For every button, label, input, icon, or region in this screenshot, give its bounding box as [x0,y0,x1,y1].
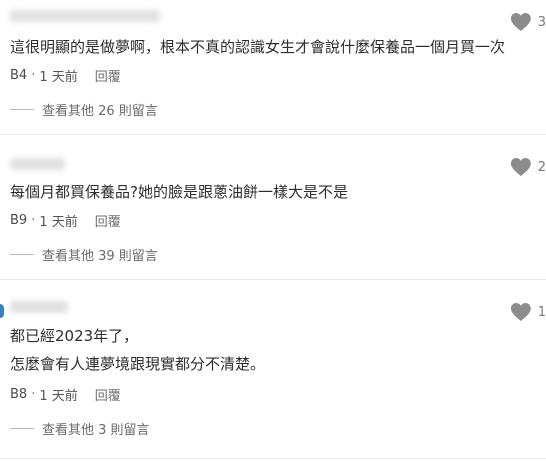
reply-indent-line [10,428,34,429]
heart-icon [510,12,531,32]
heart-icon [510,302,531,322]
heart-icon [510,157,531,177]
author-name[interactable] [10,8,160,22]
comment-meta: B9 · 1 天前 回覆 [10,211,121,230]
avatar[interactable] [0,304,4,318]
comment-line: 怎麼會有人連夢境跟現實都分不清楚。 [10,355,266,373]
view-more-replies[interactable]: 查看其他 3 則留言 [10,419,150,438]
floor-number[interactable]: B4 [10,68,27,83]
view-replies-label: 查看其他 39 則留言 [42,249,158,264]
timestamp: 1 天前 [39,70,78,85]
like-count: 2 [537,159,546,175]
comment-3: 1 都已經2023年了， 怎麼會有人連夢境跟現實都分不清楚。 B8 · 1 天前… [0,280,546,458]
view-replies-label: 查看其他 26 則留言 [42,104,158,119]
timestamp: 1 天前 [39,215,78,230]
reply-button[interactable]: 回覆 [95,385,121,404]
view-more-replies[interactable]: 查看其他 26 則留言 [10,100,158,119]
comment-2: 2 每個月都買保養品?她的臉是跟蔥油餅一樣大是不是 B9 · 1 天前 回覆 查… [0,135,546,279]
reply-button[interactable]: 回覆 [95,66,121,85]
comment-line: 每個月都買保養品?她的臉是跟蔥油餅一樣大是不是 [10,183,348,201]
comment-line: 都已經2023年了， [10,327,139,345]
meta-separator: · [31,68,36,83]
comment-text: 這很明顯的是做夢啊，根本不真的認識女生才會說什麼保養品一個月買一次 [10,37,538,57]
author-name[interactable] [10,299,68,313]
reply-button[interactable]: 回覆 [95,211,121,230]
like-button[interactable]: 1 [510,302,546,322]
like-count: 1 [537,304,546,320]
comment-meta: B4 · 1 天前 回覆 [10,66,121,85]
comment-line: 這很明顯的是做夢啊，根本不真的認識女生才會說什麼保養品一個月買一次 [10,38,506,56]
comment-text: 都已經2023年了， 怎麼會有人連夢境跟現實都分不清楚。 [10,326,538,374]
divider [0,458,546,459]
reply-indent-line [10,254,34,255]
like-button[interactable]: 3 [510,12,546,32]
timestamp: 1 天前 [39,389,78,404]
view-replies-label: 查看其他 3 則留言 [42,423,150,438]
comment-thread: 3 這很明顯的是做夢啊，根本不真的認識女生才會說什麼保養品一個月買一次 B4 ·… [0,0,546,461]
comment-text: 每個月都買保養品?她的臉是跟蔥油餅一樣大是不是 [10,182,538,202]
like-button[interactable]: 2 [510,157,546,177]
floor-number[interactable]: B9 [10,213,27,228]
author-name[interactable] [10,156,65,170]
comment-1: 3 這很明顯的是做夢啊，根本不真的認識女生才會說什麼保養品一個月買一次 B4 ·… [0,0,546,134]
reply-indent-line [10,109,34,110]
meta-separator: · [31,387,36,402]
comment-meta: B8 · 1 天前 回覆 [10,385,121,404]
meta-separator: · [31,213,36,228]
view-more-replies[interactable]: 查看其他 39 則留言 [10,245,158,264]
like-count: 3 [537,14,546,30]
floor-number[interactable]: B8 [10,387,27,402]
